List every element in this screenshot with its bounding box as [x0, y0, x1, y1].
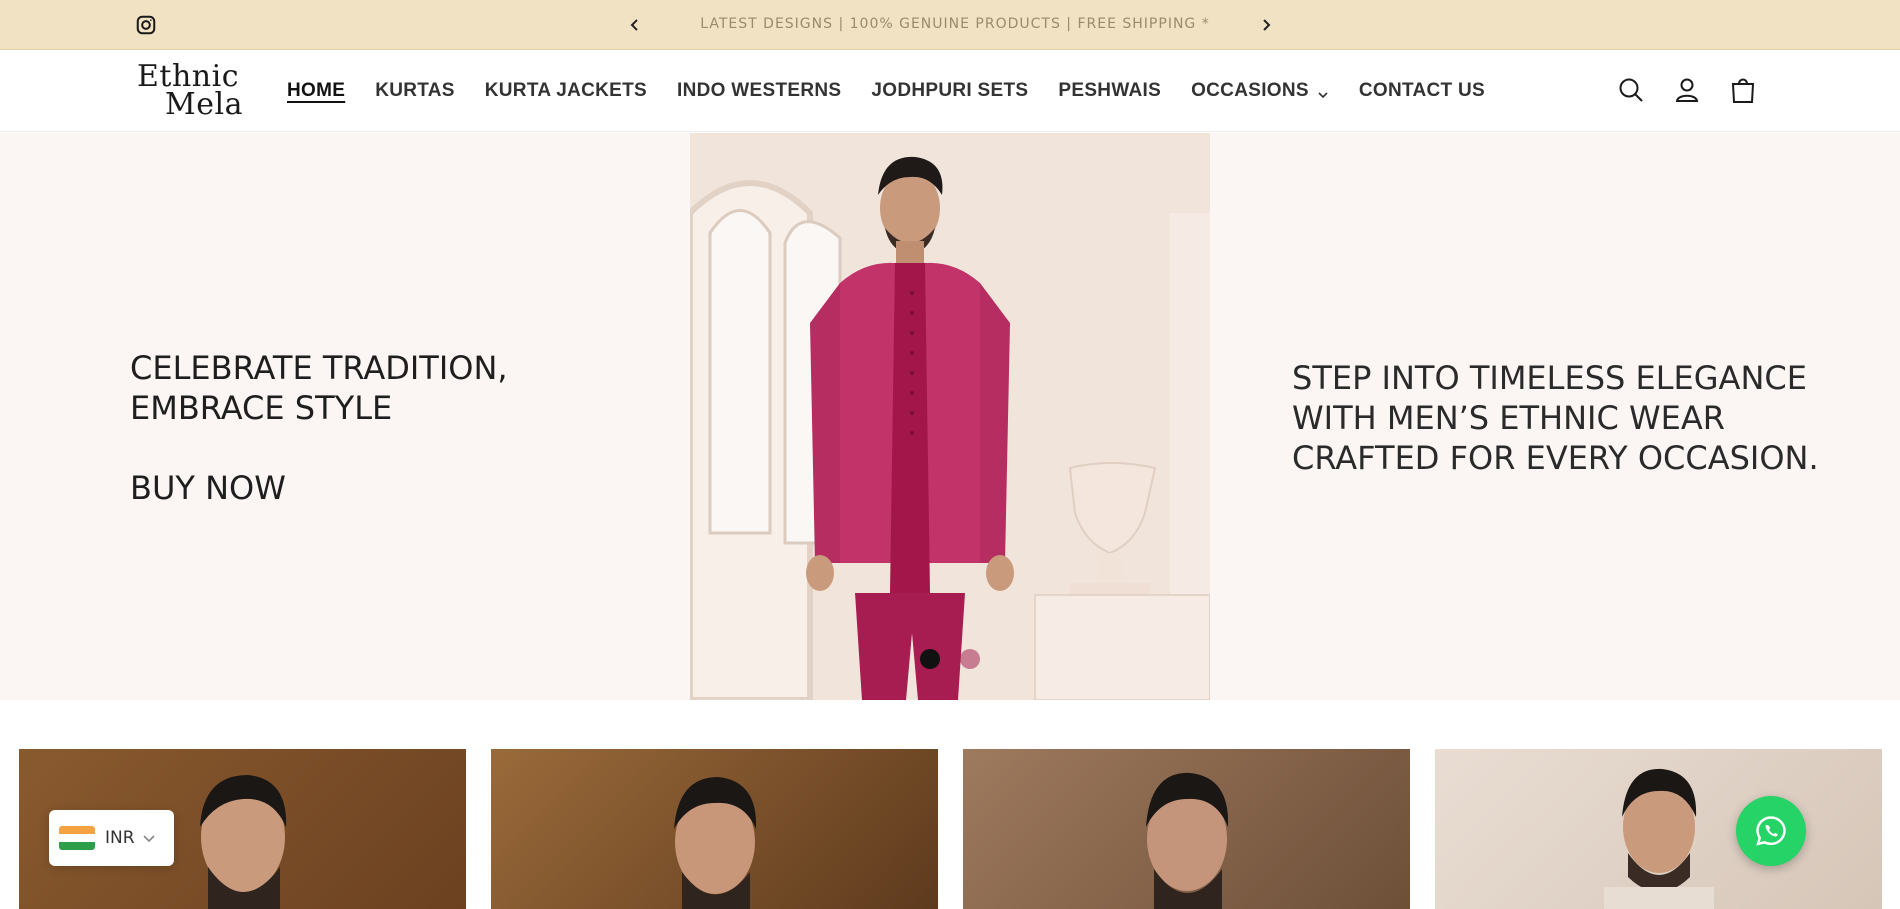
model-image	[1145, 772, 1228, 909]
currency-selector[interactable]: INR	[49, 810, 174, 866]
nav-kurtas[interactable]: KURTAS	[375, 80, 455, 102]
nav-home[interactable]: HOME	[287, 80, 345, 102]
chevron-down-icon	[1317, 85, 1329, 99]
india-flag-icon	[59, 826, 95, 850]
whatsapp-icon	[1756, 816, 1786, 846]
product-tile[interactable]	[491, 749, 938, 909]
hero-tagline-1: STEP INTO TIMELESS ELEGANCE	[1292, 359, 1807, 397]
search-icon[interactable]	[1615, 74, 1647, 106]
model-image	[673, 777, 756, 909]
hero-right-text: STEP INTO TIMELESS ELEGANCE WITH MEN’S E…	[1292, 358, 1852, 478]
nav-kurta-jackets[interactable]: KURTA JACKETS	[485, 80, 647, 102]
account-icon[interactable]	[1671, 74, 1703, 106]
hero-image	[690, 133, 1210, 700]
nav-peshwais[interactable]: PESHWAIS	[1058, 80, 1161, 102]
hero-tagline-2: WITH MEN’S ETHNIC WEAR	[1292, 399, 1725, 437]
logo[interactable]: Ethnic Mela	[135, 60, 245, 122]
nav-jodhpuri-sets[interactable]: JODHPURI SETS	[871, 80, 1028, 102]
model-image	[1603, 768, 1714, 909]
chevron-down-icon	[141, 830, 157, 846]
hero-headline-1: CELEBRATE TRADITION,	[130, 349, 508, 387]
product-tile[interactable]	[1435, 749, 1882, 909]
announcement-bar: LATEST DESIGNS | 100% GENUINE PRODUCTS |…	[0, 0, 1900, 50]
cart-icon[interactable]	[1727, 74, 1759, 106]
nav-occasions[interactable]: OCCASIONS	[1191, 80, 1329, 102]
chevron-right-icon[interactable]	[1254, 13, 1278, 37]
slide-dot-1[interactable]	[920, 649, 940, 669]
nav-occasions-label: OCCASIONS	[1191, 80, 1309, 101]
currency-code: INR	[105, 828, 135, 848]
hero-tagline-3: CRAFTED FOR EVERY OCCASION.	[1292, 439, 1819, 477]
product-tiles	[0, 749, 1900, 909]
site-header: Ethnic Mela HOME KURTAS KURTA JACKETS IN…	[0, 50, 1900, 132]
hero-left-text: CELEBRATE TRADITION, EMBRACE STYLE BUY N…	[130, 348, 508, 508]
slider-dots	[920, 649, 980, 669]
buy-now-link[interactable]: BUY NOW	[130, 468, 508, 508]
chevron-left-icon[interactable]	[623, 13, 647, 37]
header-icons	[1615, 74, 1759, 106]
main-nav: HOME KURTAS KURTA JACKETS INDO WESTERNS …	[287, 80, 1515, 102]
whatsapp-button[interactable]	[1736, 796, 1806, 866]
instagram-icon[interactable]	[135, 14, 157, 36]
model-image	[199, 775, 286, 909]
product-tile[interactable]	[963, 749, 1410, 909]
slide-dot-2[interactable]	[960, 649, 980, 669]
hero-banner: CELEBRATE TRADITION, EMBRACE STYLE BUY N…	[0, 133, 1900, 700]
nav-contact-us[interactable]: CONTACT US	[1359, 80, 1485, 102]
logo-line-2: Mela	[165, 87, 243, 122]
announcement-message: LATEST DESIGNS | 100% GENUINE PRODUCTS |…	[700, 16, 1210, 32]
nav-indo-westerns[interactable]: INDO WESTERNS	[677, 80, 841, 102]
hero-headline-2: EMBRACE STYLE	[130, 389, 393, 427]
